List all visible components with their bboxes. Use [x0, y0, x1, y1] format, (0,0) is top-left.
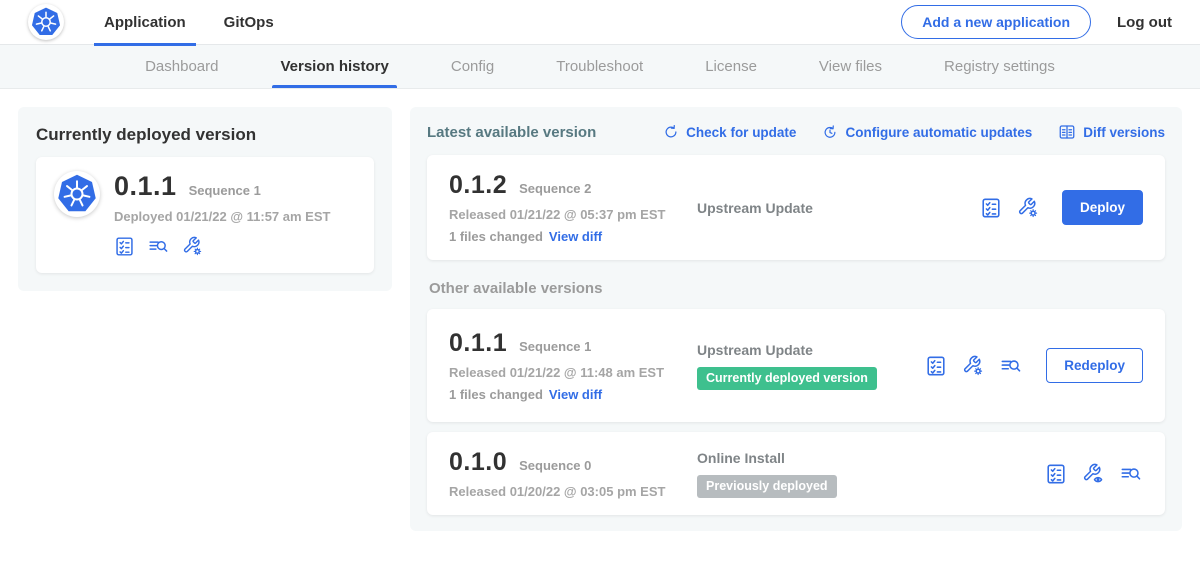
version-number: 0.1.2 [449, 171, 507, 200]
view-logs-icon[interactable] [999, 355, 1023, 377]
edit-config-icon[interactable] [1017, 197, 1039, 219]
version-number: 0.1.1 [449, 329, 507, 358]
deployed-version-card: 0.1.1 Sequence 1 Deployed 01/21/22 @ 11:… [36, 157, 374, 273]
view-logs-icon[interactable] [1119, 463, 1143, 485]
version-sequence: Sequence 1 [519, 339, 591, 354]
check-for-update-link[interactable]: Check for update [663, 124, 796, 140]
files-changed: 1 files changed [449, 387, 543, 402]
top-header: Application GitOps Add a new application… [0, 0, 1200, 45]
main-content: Currently deployed version 0.1.1 Sequenc… [0, 89, 1200, 549]
version-source: Upstream Update [697, 200, 970, 216]
preflight-checklist-icon[interactable] [925, 355, 947, 377]
app-icon [54, 171, 100, 217]
kubernetes-logo-icon [57, 174, 97, 214]
deploy-button[interactable]: Deploy [1062, 190, 1143, 225]
released-timestamp: Released 01/21/22 @ 05:37 pm EST [449, 207, 697, 222]
version-number: 0.1.0 [449, 448, 507, 477]
redeploy-button[interactable]: Redeploy [1046, 348, 1143, 383]
preflight-checklist-icon[interactable] [114, 236, 135, 257]
version-source: Upstream Update [697, 342, 915, 358]
app-subnav: Dashboard Version history Config Trouble… [0, 45, 1200, 89]
row-gap [427, 422, 1165, 432]
refresh-icon [663, 124, 679, 140]
tab-application[interactable]: Application [94, 0, 196, 45]
add-application-button[interactable]: Add a new application [901, 5, 1091, 39]
tab-gitops[interactable]: GitOps [214, 0, 284, 45]
edit-config-icon[interactable] [962, 355, 984, 377]
version-source: Online Install [697, 450, 1035, 466]
view-logs-icon[interactable] [147, 236, 170, 257]
subnav-tab-license[interactable]: License [703, 45, 759, 88]
view-diff-link[interactable]: View diff [549, 229, 602, 244]
app-logo [28, 4, 64, 40]
version-sequence: Sequence 0 [519, 458, 591, 473]
version-history-panel: Latest available version Check for updat… [410, 107, 1182, 531]
deployed-timestamp: Deployed 01/21/22 @ 11:57 am EST [114, 209, 330, 224]
subnav-tab-dashboard[interactable]: Dashboard [143, 45, 220, 88]
released-timestamp: Released 01/21/22 @ 11:48 am EST [449, 365, 697, 380]
view-config-icon[interactable] [1082, 463, 1104, 485]
subnav-tab-config[interactable]: Config [449, 45, 496, 88]
currently-deployed-badge: Currently deployed version [697, 367, 877, 390]
previously-deployed-badge: Previously deployed [697, 475, 837, 498]
subnav-tab-registry-settings[interactable]: Registry settings [942, 45, 1057, 88]
version-row-0-1-2: 0.1.2 Sequence 2 Released 01/21/22 @ 05:… [427, 155, 1165, 260]
edit-config-icon[interactable] [182, 236, 203, 257]
files-changed: 1 files changed [449, 229, 543, 244]
deployed-card-title: Currently deployed version [36, 125, 374, 145]
subnav-tab-version-history[interactable]: Version history [278, 45, 390, 88]
subnav-tab-view-files[interactable]: View files [817, 45, 884, 88]
released-timestamp: Released 01/20/22 @ 03:05 pm EST [449, 484, 697, 499]
version-row-0-1-1: 0.1.1 Sequence 1 Released 01/21/22 @ 11:… [427, 309, 1165, 422]
view-diff-link[interactable]: View diff [549, 387, 602, 402]
configure-automatic-updates-link[interactable]: Configure automatic updates [822, 124, 1032, 140]
other-versions-label: Other available versions [429, 280, 1165, 297]
version-sequence: Sequence 2 [519, 181, 591, 196]
logout-link[interactable]: Log out [1117, 14, 1172, 31]
latest-version-title: Latest available version [427, 124, 596, 141]
deployed-version-number: 0.1.1 [114, 171, 177, 202]
version-row-0-1-0: 0.1.0 Sequence 0 Released 01/20/22 @ 03:… [427, 432, 1165, 515]
deployed-sequence: Sequence 1 [189, 183, 261, 198]
currently-deployed-card: Currently deployed version 0.1.1 Sequenc… [18, 107, 392, 291]
diff-versions-link[interactable]: Diff versions [1058, 123, 1165, 141]
kubernetes-logo-icon [31, 7, 61, 37]
preflight-checklist-icon[interactable] [1045, 463, 1067, 485]
preflight-checklist-icon[interactable] [980, 197, 1002, 219]
diff-icon [1058, 123, 1076, 141]
schedule-icon [822, 124, 838, 140]
subnav-tab-troubleshoot[interactable]: Troubleshoot [554, 45, 645, 88]
